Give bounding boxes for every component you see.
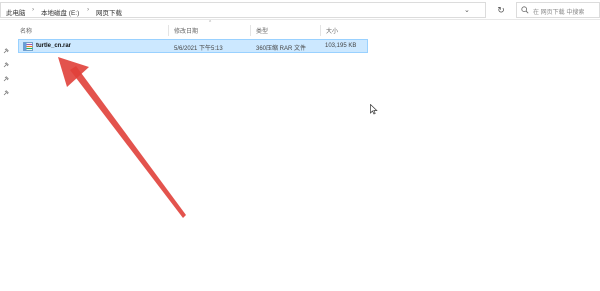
- mouse-cursor-icon: [370, 104, 378, 115]
- breadcrumb-folder[interactable]: 网页下载: [96, 7, 122, 17]
- file-type: 360压缩 RAR 文件: [256, 46, 307, 52]
- breadcrumb-this-pc[interactable]: 此电脑: [6, 7, 26, 17]
- file-modified: 5/6/2021 下午5:13: [174, 46, 223, 52]
- search-icon: [521, 6, 529, 14]
- breadcrumb-separator[interactable]: ›: [32, 6, 34, 13]
- pin-icon[interactable]: [3, 76, 9, 82]
- file-name[interactable]: turtle_cn.rar: [36, 43, 71, 49]
- arrow-shaft: [70, 66, 186, 218]
- rar-archive-icon: [23, 42, 33, 51]
- pin-icon[interactable]: [3, 62, 9, 68]
- address-bar[interactable]: 此电脑 › 本地磁盘 (E:) › 网页下载 ⌄: [0, 2, 486, 18]
- chevron-down-icon[interactable]: ⌄: [464, 6, 472, 14]
- column-header-row: 名称 修改日期 类型 大小: [18, 24, 378, 37]
- file-row[interactable]: turtle_cn.rar 5/6/2021 下午5:13 360压缩 RAR …: [18, 39, 368, 53]
- column-divider[interactable]: [250, 25, 251, 36]
- column-header-name[interactable]: 名称: [20, 26, 32, 35]
- pin-icon[interactable]: [3, 48, 9, 54]
- address-bar-row: 此电脑 › 本地磁盘 (E:) › 网页下载 ⌄ ↻ 在 网页下载 中搜索: [0, 0, 600, 20]
- column-header-type[interactable]: 类型: [256, 26, 268, 35]
- search-placeholder: 在 网页下载 中搜索: [533, 10, 585, 16]
- breadcrumb-local-disk[interactable]: 本地磁盘 (E:): [41, 7, 79, 17]
- arrow-head: [58, 57, 89, 87]
- column-header-size[interactable]: 大小: [326, 26, 338, 35]
- column-divider[interactable]: [168, 25, 169, 36]
- file-size: 103,195 KB: [325, 43, 357, 49]
- column-divider[interactable]: [320, 25, 321, 36]
- search-input[interactable]: 在 网页下载 中搜索: [516, 2, 600, 18]
- column-header-modified[interactable]: 修改日期: [174, 26, 198, 35]
- pin-icon[interactable]: [3, 90, 9, 96]
- breadcrumb-separator[interactable]: ›: [87, 6, 89, 13]
- refresh-icon[interactable]: ↻: [493, 2, 509, 18]
